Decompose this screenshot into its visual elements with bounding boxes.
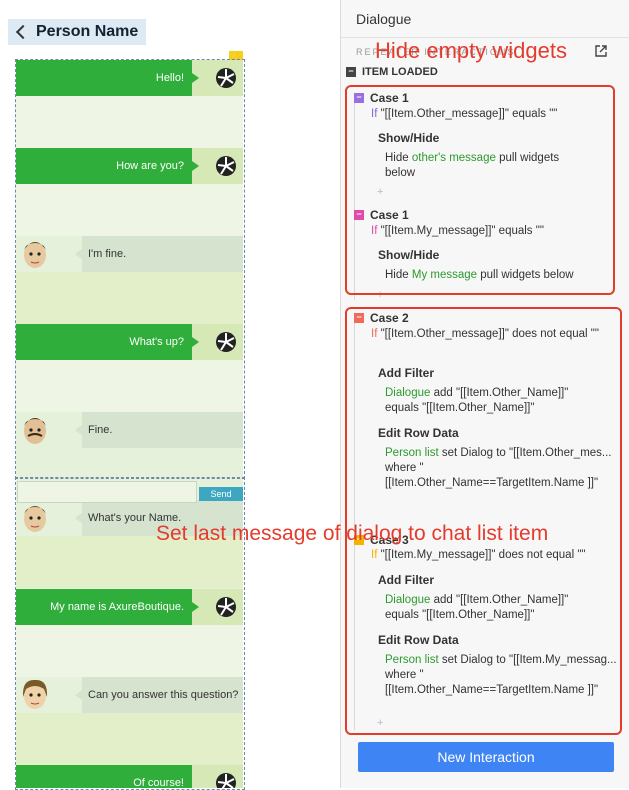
send-button[interactable]: Send <box>199 487 243 501</box>
event-item-loaded[interactable]: − ITEM LOADED <box>346 66 438 78</box>
message-input[interactable] <box>17 481 197 503</box>
annotation-set-last-message: Set last message of dialog to chat list … <box>156 522 549 545</box>
chevron-left-icon[interactable] <box>15 24 31 40</box>
canvas-panel: Person Name ⚡ Hello! How are you? I'm fi… <box>0 0 340 790</box>
selection-frame <box>15 59 245 479</box>
collapse-icon[interactable]: − <box>346 67 356 77</box>
annotation-box-bottom <box>345 307 622 735</box>
annotation-box-top <box>345 85 615 295</box>
external-link-icon[interactable] <box>594 44 608 58</box>
new-interaction-button[interactable]: New Interaction <box>358 742 614 772</box>
panel-title: Dialogue <box>356 11 412 27</box>
page-title: Person Name <box>36 23 139 40</box>
page-title-bar[interactable]: Person Name <box>8 19 147 45</box>
event-label: ITEM LOADED <box>362 66 438 78</box>
annotation-hide-empty: Hide empty widgets <box>375 38 567 63</box>
